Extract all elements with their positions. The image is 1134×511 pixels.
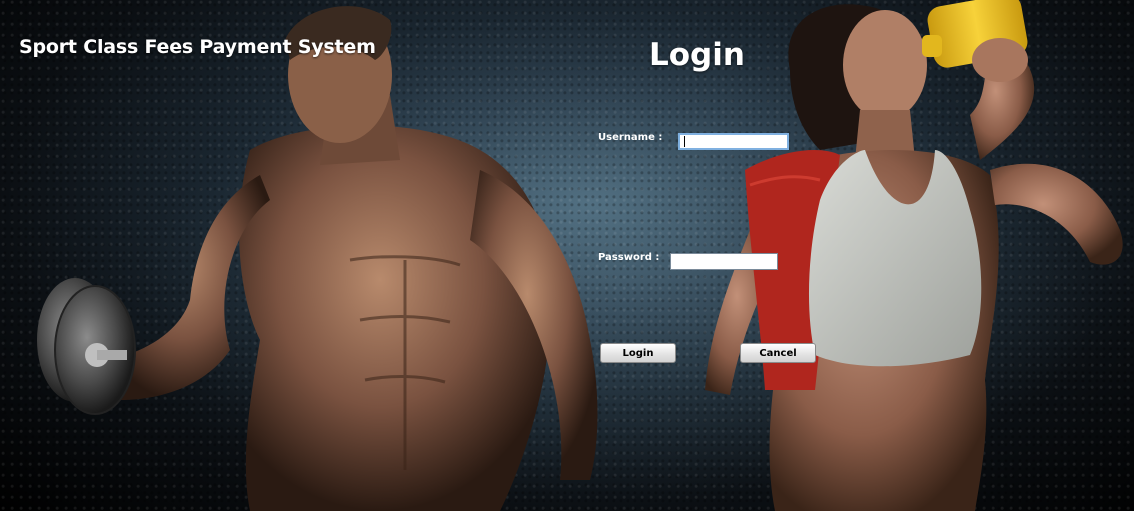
- login-window: Sport Class Fees Payment System Login Us…: [0, 0, 1134, 511]
- login-button[interactable]: Login: [600, 343, 676, 363]
- username-field[interactable]: [678, 133, 789, 150]
- login-heading: Login: [649, 37, 745, 73]
- password-label: Password :: [598, 252, 660, 263]
- man-with-dumbbell-image: [37, 6, 598, 511]
- text-cursor: [684, 136, 685, 147]
- app-title: Sport Class Fees Payment System: [19, 36, 376, 58]
- cancel-button[interactable]: Cancel: [740, 343, 816, 363]
- concrete-wall-background: [0, 0, 1134, 511]
- password-field[interactable]: [670, 253, 778, 270]
- username-label: Username :: [598, 132, 663, 143]
